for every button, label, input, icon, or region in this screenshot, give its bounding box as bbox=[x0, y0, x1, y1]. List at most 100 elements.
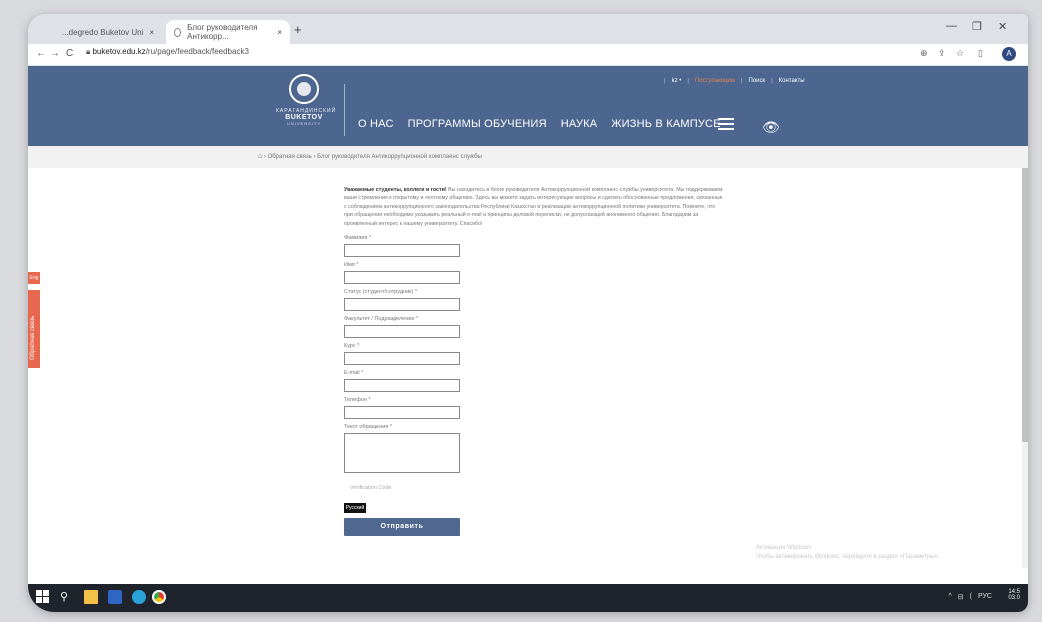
top-menu-separator: | bbox=[740, 78, 743, 84]
minimize-icon[interactable]: — bbox=[946, 20, 957, 32]
form-intro: Уважаемые студенты, коллеги и гости! Вы … bbox=[344, 186, 724, 230]
nav-campus-life[interactable]: ЖИЗНЬ В КАМПУСЕ bbox=[611, 118, 720, 130]
page-scrollbar[interactable] bbox=[1022, 168, 1028, 568]
faculty-label: Факультет / Подразделение * bbox=[344, 316, 419, 322]
message-textarea[interactable] bbox=[344, 433, 460, 473]
surname-input[interactable] bbox=[344, 244, 460, 257]
tray-expand-icon[interactable]: ^ bbox=[948, 593, 951, 601]
email-input[interactable] bbox=[344, 379, 460, 392]
tab-1-title: ...degredo Buketov Uni bbox=[62, 27, 144, 37]
url-path: /ru/page/feedback/feedback3 bbox=[145, 47, 249, 56]
language-switch[interactable]: kz • bbox=[672, 78, 682, 84]
message-field: Текст обращения * bbox=[344, 424, 724, 473]
eye-icon[interactable]: 👁︎ bbox=[762, 119, 780, 136]
forward-icon[interactable]: → bbox=[50, 48, 60, 59]
top-menu-separator: | bbox=[687, 78, 689, 84]
submit-button[interactable]: Отправить bbox=[344, 518, 460, 536]
surname-label: Фамилия * bbox=[344, 235, 372, 241]
close-window-icon[interactable]: ✕ bbox=[998, 20, 1007, 33]
nav-about[interactable]: О НАС bbox=[358, 118, 394, 130]
reload-icon[interactable]: C bbox=[66, 48, 73, 59]
url-domain: buketov.edu.kz bbox=[92, 47, 146, 56]
tab-1-close-icon[interactable]: × bbox=[149, 28, 154, 37]
browser-tab-1[interactable]: ...degredo Buketov Uni × bbox=[54, 20, 166, 44]
browser-tab-2[interactable]: Блог руководителя Антикорр... × bbox=[166, 20, 290, 44]
watermark-line-1: Активация Windows bbox=[756, 545, 812, 551]
header-divider bbox=[344, 84, 345, 136]
zoom-icon[interactable]: ⊕ bbox=[920, 48, 928, 59]
logo-line-3: UNIVERSITY bbox=[286, 121, 321, 126]
windows-start-icon[interactable] bbox=[36, 590, 50, 604]
search-icon[interactable]: ⚲ bbox=[60, 590, 74, 604]
hamburger-menu-icon[interactable] bbox=[718, 118, 734, 133]
top-menu: | kz • | Поступающим | Поиск | Контакты bbox=[664, 78, 805, 84]
breadcrumb-separator: › bbox=[263, 154, 266, 160]
feedback-side-tab[interactable]: Обратная связь bbox=[28, 290, 40, 368]
taskbar-clock[interactable]: 14:5 03.0 bbox=[1008, 589, 1020, 601]
language-button[interactable]: Русский bbox=[344, 503, 366, 513]
breadcrumb-separator: › bbox=[313, 154, 316, 160]
input-language-indicator[interactable]: РУС bbox=[978, 593, 992, 601]
share-icon[interactable]: ⇪ bbox=[938, 48, 946, 59]
breadcrumb: ⌂ › Обратная связь › Блог руководителя А… bbox=[28, 146, 1028, 168]
phone-input[interactable] bbox=[344, 406, 460, 419]
new-tab-button[interactable]: + bbox=[294, 22, 302, 37]
nav-science[interactable]: НАУКА bbox=[561, 118, 598, 130]
status-field: Статус (студент/сотрудник) * bbox=[344, 289, 724, 311]
clock-date: 03.0 bbox=[1008, 595, 1020, 601]
home-icon[interactable]: ⌂ bbox=[258, 153, 262, 160]
status-input[interactable] bbox=[344, 298, 460, 311]
faculty-input[interactable] bbox=[344, 325, 460, 338]
email-field: E-mail * bbox=[344, 370, 724, 392]
site-header: КАРАГАНДИНСКИЙ BUKETOV UNIVERSITY | kz •… bbox=[28, 66, 1028, 146]
breadcrumb-feedback[interactable]: Обратная связь bbox=[268, 154, 312, 160]
faculty-field: Факультет / Подразделение * bbox=[344, 316, 724, 338]
name-field: Имя * bbox=[344, 262, 724, 284]
system-tray: ^ ⊟ ( РУС bbox=[948, 593, 992, 601]
feedback-form: Уважаемые студенты, коллеги и гости! Вы … bbox=[344, 186, 724, 536]
tab-2-title: Блог руководителя Антикорр... bbox=[187, 23, 258, 41]
volume-icon[interactable]: ( bbox=[970, 593, 972, 601]
university-logo[interactable]: КАРАГАНДИНСКИЙ BUKETOV UNIVERSITY bbox=[276, 74, 337, 126]
course-input[interactable] bbox=[344, 352, 460, 365]
windows-taskbar: ⚲ ^ ⊟ ( РУС 14:5 03.0 bbox=[28, 584, 1028, 612]
scrollbar-thumb[interactable] bbox=[1022, 168, 1028, 442]
windows-activation-watermark: Активация Windows Чтобы активировать Win… bbox=[756, 544, 940, 562]
top-menu-separator: | bbox=[664, 78, 666, 84]
eng-side-tab[interactable]: Eng bbox=[28, 272, 40, 284]
university-seal-icon bbox=[289, 74, 319, 104]
breadcrumb-current: Блог руководителя Антикоррупционной комп… bbox=[317, 154, 482, 160]
watermark-line-2: Чтобы активировать Windows, перейдите в … bbox=[756, 554, 940, 560]
captcha-input[interactable]: Verification Code bbox=[344, 485, 724, 491]
top-menu-separator: | bbox=[771, 78, 773, 84]
file-explorer-icon[interactable] bbox=[84, 590, 98, 604]
chrome-icon[interactable] bbox=[152, 590, 166, 604]
name-label: Имя * bbox=[344, 262, 359, 268]
side-panel-icon[interactable]: ▯ bbox=[978, 48, 983, 59]
logo-line-2: BUKETOV bbox=[285, 114, 323, 121]
intro-greeting: Уважаемые студенты, коллеги и гости! bbox=[344, 187, 447, 193]
top-menu-search[interactable]: Поиск bbox=[748, 78, 765, 84]
email-label: E-mail * bbox=[344, 370, 364, 376]
name-input[interactable] bbox=[344, 271, 460, 284]
edge-icon[interactable] bbox=[132, 590, 146, 604]
nav-programs[interactable]: ПРОГРАММЫ ОБУЧЕНИЯ bbox=[408, 118, 547, 130]
tab-2-close-icon[interactable]: × bbox=[277, 28, 282, 37]
course-label: Курс * bbox=[344, 343, 360, 349]
message-label: Текст обращения * bbox=[344, 424, 392, 430]
top-menu-applicants[interactable]: Поступающим bbox=[695, 78, 735, 84]
url-field[interactable]: 🔒︎ buketov.edu.kz/ru/page/feedback/feedb… bbox=[86, 47, 249, 57]
main-nav: О НАС ПРОГРАММЫ ОБУЧЕНИЯ НАУКА ЖИЗНЬ В К… bbox=[358, 118, 721, 130]
phone-field: Телефон * bbox=[344, 397, 724, 419]
network-icon[interactable]: ⊟ bbox=[958, 593, 964, 601]
address-bar-row: ← → C 🔒︎ buketov.edu.kz/ru/page/feedback… bbox=[28, 44, 1028, 66]
bookmark-star-icon[interactable]: ☆ bbox=[956, 48, 964, 59]
word-icon[interactable] bbox=[108, 590, 122, 604]
back-icon[interactable]: ← bbox=[36, 48, 46, 59]
profile-avatar[interactable]: A bbox=[1002, 47, 1016, 61]
course-field: Курс * bbox=[344, 343, 724, 365]
surname-field: Фамилия * bbox=[344, 235, 724, 257]
top-menu-contacts[interactable]: Контакты bbox=[779, 78, 805, 84]
maximize-icon[interactable]: ❐ bbox=[972, 20, 982, 33]
logo-line-1: КАРАГАНДИНСКИЙ bbox=[276, 108, 337, 114]
